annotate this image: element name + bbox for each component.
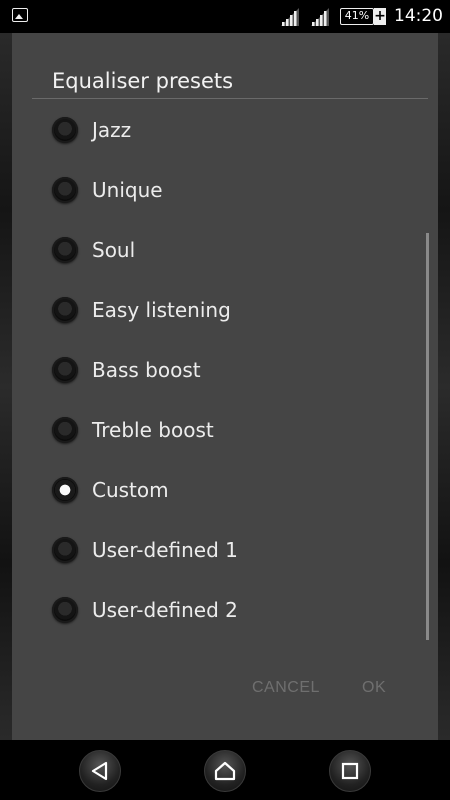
equaliser-presets-dialog: Equaliser presets Jazz Unique Soul Easy …: [12, 33, 438, 740]
dialog-title: Equaliser presets: [52, 69, 234, 93]
radio-button[interactable]: [52, 537, 78, 563]
cancel-button[interactable]: CANCEL: [252, 679, 320, 697]
preset-option-jazz[interactable]: Jazz: [52, 100, 412, 160]
scrollbar[interactable]: [426, 233, 429, 640]
home-icon: [214, 761, 236, 781]
image-notification-icon: [12, 8, 28, 22]
signal-icon: [281, 8, 299, 26]
preset-option-treble-boost[interactable]: Treble boost: [52, 400, 412, 460]
option-label: Bass boost: [92, 358, 201, 382]
home-button[interactable]: [204, 750, 246, 792]
battery-icon: 41%: [340, 8, 374, 25]
battery-percent: 41%: [344, 9, 370, 22]
radio-button[interactable]: [52, 117, 78, 143]
preset-option-unique[interactable]: Unique: [52, 160, 412, 220]
preset-option-user-defined-2[interactable]: User-defined 2: [52, 580, 412, 640]
title-divider: [32, 98, 428, 99]
status-clock: 14:20: [394, 6, 443, 26]
preset-option-bass-boost[interactable]: Bass boost: [52, 340, 412, 400]
radio-button[interactable]: [52, 417, 78, 443]
ok-button[interactable]: OK: [362, 679, 386, 697]
option-label: Soul: [92, 238, 136, 262]
preset-option-easy-listening[interactable]: Easy listening: [52, 280, 412, 340]
background-left: [0, 33, 12, 740]
option-label: Custom: [92, 478, 169, 502]
background-right: [438, 33, 450, 740]
preset-option-soul[interactable]: Soul: [52, 220, 412, 280]
option-label: Jazz: [92, 118, 132, 142]
radio-button[interactable]: [52, 237, 78, 263]
recents-button[interactable]: [329, 750, 371, 792]
radio-button[interactable]: [52, 177, 78, 203]
option-label: Unique: [92, 178, 163, 202]
signal-icon: [311, 8, 329, 26]
back-icon: [91, 761, 108, 781]
option-label: Treble boost: [92, 418, 214, 442]
preset-option-user-defined-1[interactable]: User-defined 1: [52, 520, 412, 580]
preset-option-custom[interactable]: Custom: [52, 460, 412, 520]
option-label: User-defined 1: [92, 538, 238, 562]
back-button[interactable]: [79, 750, 121, 792]
radio-button[interactable]: [52, 357, 78, 383]
recents-icon: [341, 762, 359, 780]
option-label: User-defined 2: [92, 598, 238, 622]
option-label: Easy listening: [92, 298, 231, 322]
status-bar: 41% + 14:20: [0, 0, 450, 33]
radio-button-selected[interactable]: [52, 477, 78, 503]
navigation-bar: [0, 740, 450, 800]
radio-button[interactable]: [52, 597, 78, 623]
charging-icon: +: [374, 8, 386, 25]
radio-button[interactable]: [52, 297, 78, 323]
